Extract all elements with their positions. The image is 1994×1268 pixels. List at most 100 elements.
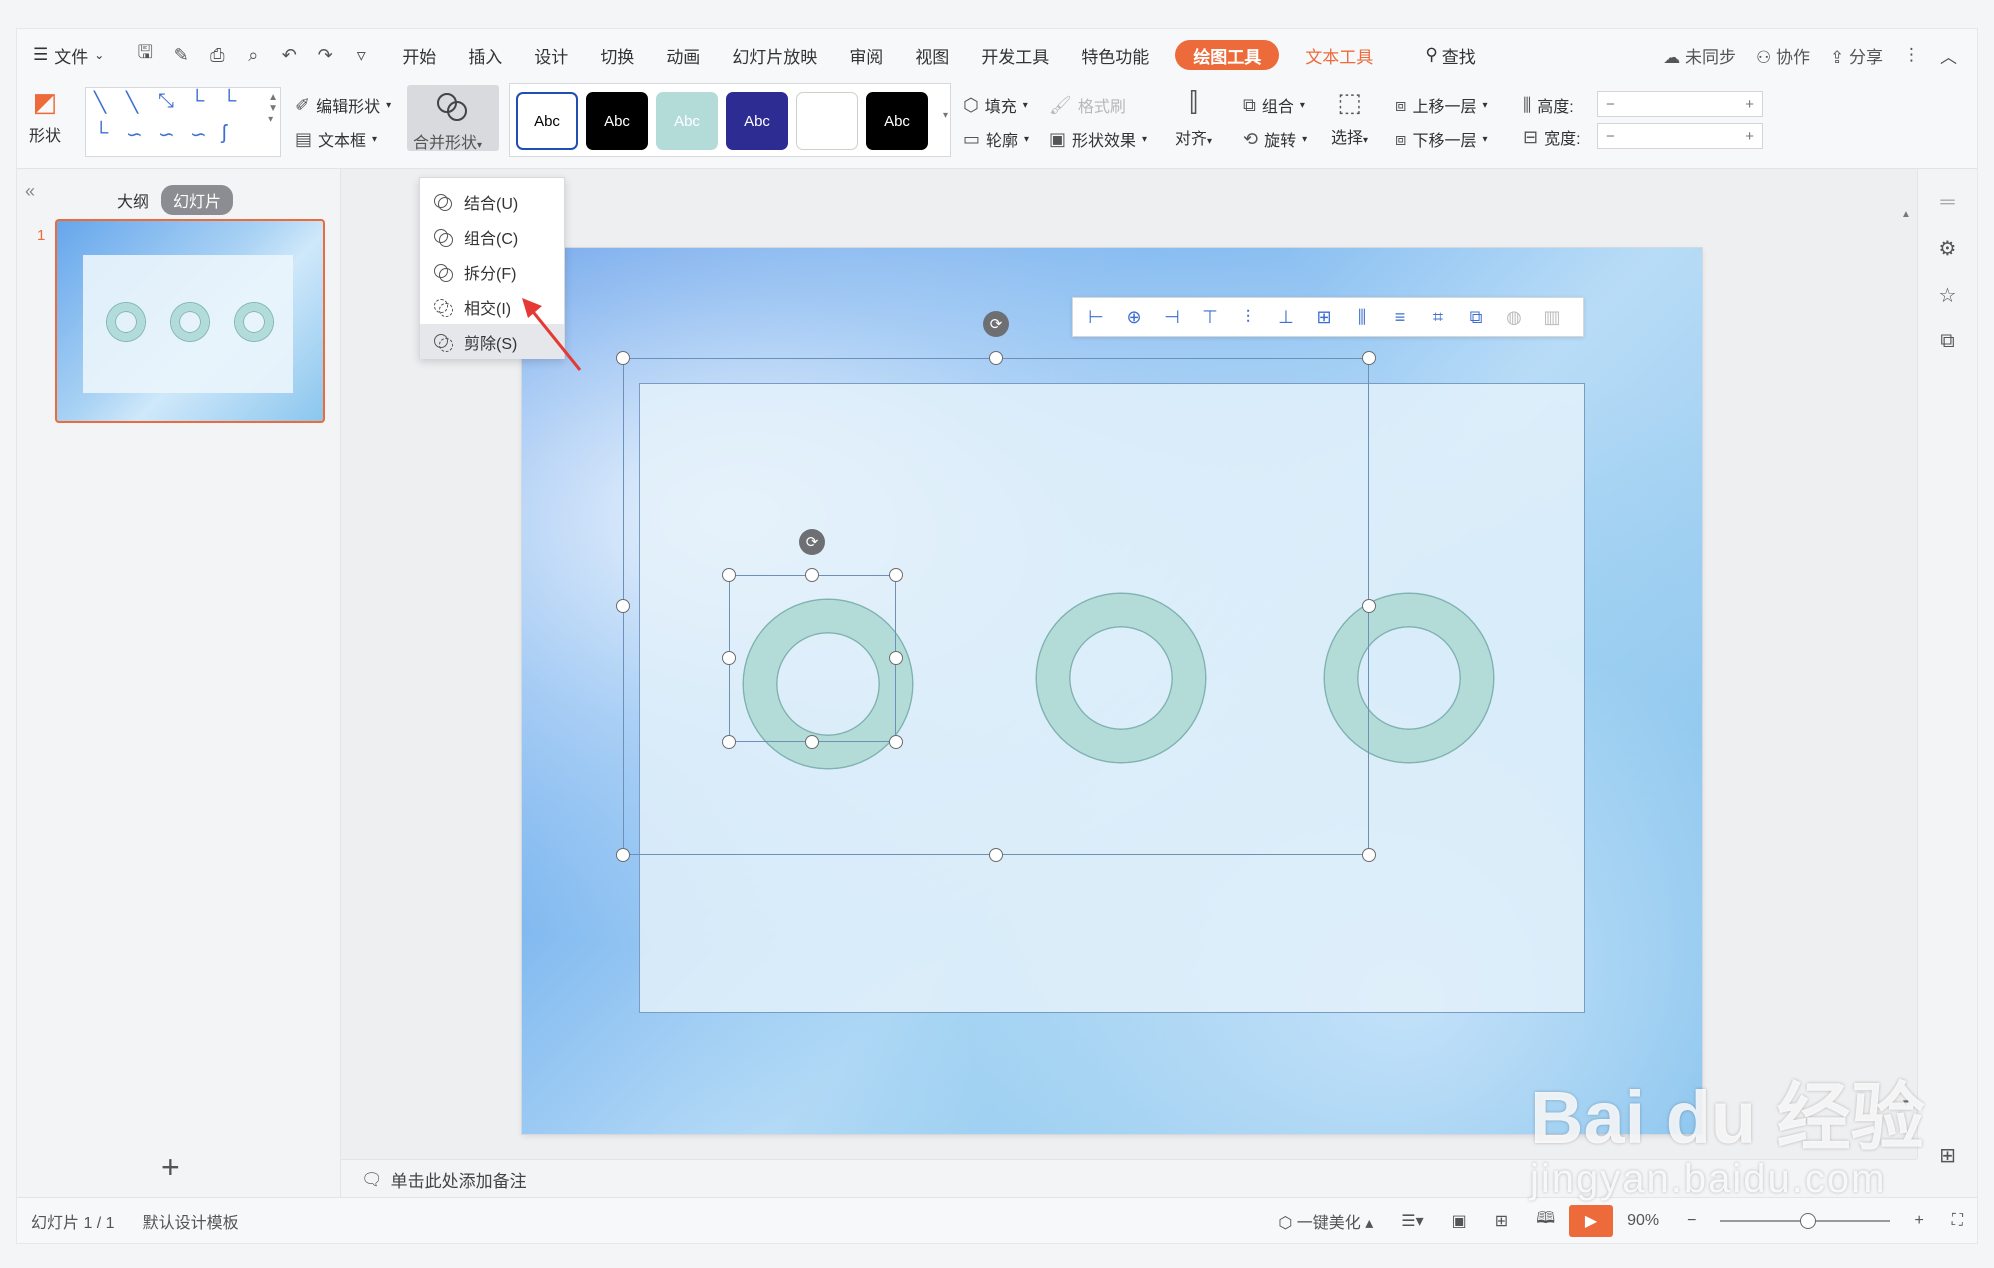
- style-swatch-3[interactable]: Abc: [656, 92, 718, 150]
- resize-handle[interactable]: [889, 568, 903, 582]
- menu-item-fragment[interactable]: 拆分(F): [420, 254, 564, 289]
- style-swatch-6[interactable]: Abc: [866, 92, 928, 150]
- zoom-slider[interactable]: [1720, 1212, 1891, 1229]
- elbow-connector-icon[interactable]: └: [190, 90, 204, 113]
- bring-forward-button[interactable]: ⧈ 上移一层 ▾: [1395, 93, 1488, 117]
- collab-button[interactable]: ⚇ 协作: [1756, 43, 1810, 68]
- add-slide-button[interactable]: +: [161, 1149, 180, 1186]
- elbow-arrow-icon[interactable]: └: [222, 90, 236, 113]
- collapse-ribbon-icon[interactable]: ︿: [1940, 43, 1957, 68]
- resize-handle[interactable]: [722, 735, 736, 749]
- resize-handle[interactable]: [805, 735, 819, 749]
- print-preview-icon[interactable]: ⌕: [240, 45, 266, 66]
- zoom-slider-knob[interactable]: [1800, 1212, 1817, 1229]
- search-button[interactable]: ⚲ 查找: [1409, 29, 1491, 81]
- align-bottom-icon[interactable]: ⊥: [1269, 307, 1303, 328]
- curve-arrow-icon[interactable]: ∽: [158, 122, 175, 147]
- gallery-more-icon[interactable]: ▾: [943, 110, 948, 121]
- shape-effect-button[interactable]: ▣ 形状效果 ▾: [1049, 127, 1147, 151]
- zoom-in-button[interactable]: +: [1900, 1212, 1937, 1230]
- resize-handle[interactable]: [1362, 848, 1376, 862]
- resize-handle[interactable]: [722, 568, 736, 582]
- tab-slides[interactable]: 幻灯片: [161, 185, 234, 215]
- normal-view-icon[interactable]: ▣: [1438, 1211, 1481, 1231]
- reading-view-icon[interactable]: 🕮: [1522, 1207, 1569, 1234]
- line-shape-gallery[interactable]: ╲ ╲ ⤡ └ └ └ ∽ ∽ ∽ ʃ ▲ ▼ ▾: [85, 87, 281, 157]
- menu-item-combine[interactable]: 组合(C): [420, 219, 564, 254]
- layout-icon[interactable]: ▥: [1535, 307, 1569, 328]
- resize-handle[interactable]: [989, 848, 1003, 862]
- properties-icon[interactable]: ⚙: [1918, 236, 1977, 261]
- align-right-icon[interactable]: ⊣: [1155, 307, 1189, 328]
- curve-icon[interactable]: ∽: [126, 122, 143, 147]
- beautify-button[interactable]: ⬡ 一键美化 ▴: [1264, 1209, 1387, 1233]
- notes-toggle-icon[interactable]: ☰▾: [1387, 1211, 1437, 1231]
- sorter-view-icon[interactable]: ⊞: [1481, 1211, 1522, 1231]
- smart-icon[interactable]: ◍: [1497, 307, 1531, 328]
- zoom-level[interactable]: 90%: [1613, 1212, 1673, 1230]
- edit-shape-button[interactable]: ✐ 编辑形状 ▾: [295, 93, 391, 117]
- rotate-handle-icon[interactable]: ⟳: [799, 529, 825, 555]
- height-decrease-button[interactable]: −: [1606, 96, 1615, 113]
- arrow-line-icon[interactable]: ╲: [126, 90, 138, 115]
- textbox-button[interactable]: ▤ 文本框 ▾: [295, 127, 377, 151]
- customize-icon[interactable]: ▿: [348, 45, 374, 66]
- align-center-icon[interactable]: ⊕: [1117, 307, 1151, 328]
- sync-button[interactable]: ☁ 未同步: [1663, 43, 1736, 68]
- collapse-panel-icon[interactable]: «: [25, 181, 35, 202]
- style-swatch-5[interactable]: [796, 92, 858, 150]
- resize-handle[interactable]: [722, 651, 736, 665]
- send-backward-button[interactable]: ⧈ 下移一层 ▾: [1395, 127, 1488, 151]
- menu-item-union[interactable]: 结合(U): [420, 184, 564, 219]
- select-button[interactable]: ⬚ 选择▾: [1331, 87, 1368, 148]
- tab-home[interactable]: 开始: [386, 29, 452, 81]
- animation-icon[interactable]: ☆: [1918, 283, 1977, 308]
- tab-review[interactable]: 审阅: [833, 29, 899, 81]
- line-icon[interactable]: ╲: [94, 90, 106, 115]
- resize-handle[interactable]: [616, 848, 630, 862]
- tab-transitions[interactable]: 切换: [584, 29, 650, 81]
- grid-view-icon[interactable]: ⊞: [1918, 1143, 1977, 1168]
- tab-drawing-tools[interactable]: 绘图工具: [1175, 40, 1280, 70]
- curve-double-icon[interactable]: ∽: [190, 122, 207, 147]
- scroll-up-icon[interactable]: ▲: [1901, 209, 1911, 220]
- resize-handle[interactable]: [805, 568, 819, 582]
- tab-insert[interactable]: 插入: [452, 29, 518, 81]
- group-button[interactable]: ⧉ 组合 ▾: [1243, 93, 1305, 117]
- tab-slideshow[interactable]: 幻灯片放映: [716, 29, 833, 81]
- tab-developer[interactable]: 开发工具: [965, 29, 1065, 81]
- align-left-icon[interactable]: ⊢: [1079, 307, 1113, 328]
- collapse-icon[interactable]: ═: [1918, 191, 1977, 214]
- width-decrease-button[interactable]: −: [1606, 128, 1615, 145]
- freeform-icon[interactable]: ʃ: [222, 122, 226, 145]
- elbow-double-icon[interactable]: └: [94, 122, 108, 145]
- distribute-vertical-icon[interactable]: ≡: [1383, 307, 1417, 328]
- save-icon[interactable]: 🖫: [132, 40, 158, 70]
- align-top-icon[interactable]: ⊤: [1193, 307, 1227, 328]
- outline-button[interactable]: ▭ 轮廓 ▾: [963, 127, 1029, 151]
- resize-handle[interactable]: [616, 351, 630, 365]
- style-swatch-4[interactable]: Abc: [726, 92, 788, 150]
- transition-icon[interactable]: ⧉: [1918, 330, 1977, 353]
- resize-handle[interactable]: [1362, 351, 1376, 365]
- redo-icon[interactable]: ↷: [312, 45, 338, 66]
- align-middle-icon[interactable]: ⫶: [1231, 307, 1265, 328]
- tab-outline[interactable]: 大纲: [117, 188, 149, 212]
- undo-icon[interactable]: ↶: [276, 45, 302, 66]
- style-swatch-1[interactable]: Abc: [516, 92, 578, 150]
- merge-shape-button[interactable]: 合并形状▾: [407, 85, 499, 152]
- tab-view[interactable]: 视图: [899, 29, 965, 81]
- group-icon[interactable]: ⧉: [1459, 307, 1493, 328]
- resize-handle[interactable]: [616, 599, 630, 613]
- resize-handle[interactable]: [889, 651, 903, 665]
- tab-text-tools[interactable]: 文本工具: [1289, 29, 1389, 81]
- format-painter-icon[interactable]: ✎: [168, 45, 194, 66]
- width-input[interactable]: − +: [1597, 123, 1763, 149]
- fit-window-icon[interactable]: ⛶: [1938, 1212, 1977, 1230]
- height-input[interactable]: − +: [1597, 91, 1763, 117]
- style-swatch-2[interactable]: Abc: [586, 92, 648, 150]
- share-button[interactable]: ⇪ 分享: [1830, 43, 1883, 68]
- double-arrow-icon[interactable]: ⤡: [158, 90, 174, 113]
- resize-handle[interactable]: [1362, 599, 1376, 613]
- play-slideshow-button[interactable]: ▶: [1569, 1204, 1614, 1237]
